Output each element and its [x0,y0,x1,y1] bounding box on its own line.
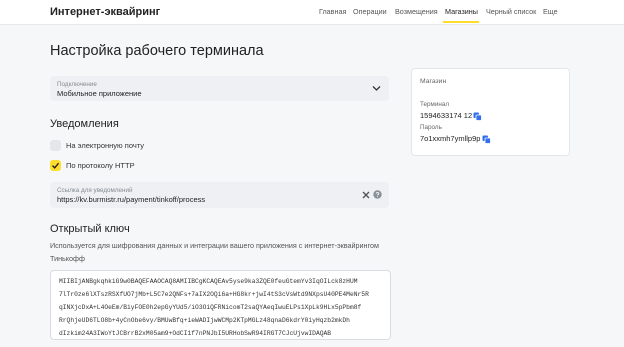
question-icon[interactable] [373,190,382,199]
public-key-line: 7lTr0ze6lXTszRSXfUO7jMb+L5C7e2QNFs+7aIX2… [59,291,369,298]
shop-card-title: Магазин [420,78,447,85]
nav-item-refunds[interactable]: Возмещения [395,7,438,16]
public-key-title: Открытый ключ [50,223,130,235]
close-icon[interactable] [362,191,370,199]
copy-icon[interactable] [473,112,482,121]
password-label: Пароль [420,124,442,131]
public-key-line: qINXjcDxA+L4OeEm/BiyFOE0h2epGyYUd5/iO3Oi… [59,304,362,311]
terminal-value: 1594633174 12 [420,111,473,120]
public-key-description-line-2: Тинькофф [50,254,85,263]
email-notification-checkbox[interactable] [50,140,61,151]
nav-item-more[interactable]: Еще [543,7,558,16]
nav-item-blacklist[interactable]: Черный список [486,7,536,16]
email-notification-label: На электронную почту [66,141,145,150]
active-tab-indicator [443,21,479,23]
public-key-textarea[interactable]: MIIBIjANBgkqhkiG9w0BAQEFAAOCAQ8AMIIBCgKC… [50,270,391,340]
connection-mode-select[interactable]: Подключение Мобильное приложение [50,76,389,101]
http-notification-checkbox[interactable] [50,160,61,171]
checkmark-icon [52,162,60,169]
shop-info-card: Магазин Терминал 1594633174 12 Пароль 7o… [411,68,570,156]
main-nav: Главная Операции Возмещения Магазины Чер… [0,0,624,24]
http-notification-label: По протоколу HTTP [66,161,135,170]
connection-mode-label: Подключение [57,81,97,88]
notification-url-input[interactable]: https://kv.burmistr.ru/payment/tinkoff/p… [57,195,205,204]
password-value: 7o1xxmh7ymllp9p [420,134,481,143]
notifications-title: Уведомления [50,118,119,130]
top-header: Интернет-эквайринг Главная Операции Возм… [0,0,624,25]
public-key-description: Используется для шифрования данных и инт… [50,239,379,265]
nav-item-operations[interactable]: Операции [353,7,387,16]
nav-item-home[interactable]: Главная [319,7,346,16]
page-title: Настройка рабочего терминала [50,43,264,59]
nav-item-shops[interactable]: Магазины [445,7,478,16]
terminal-label: Терминал [420,101,449,108]
notification-url-label: Ссылка для уведомлений [57,187,133,194]
public-key-line: RrQhjeUD6TLO8b+4yCnObe6vy/BMUwBfq+ieWADI… [59,317,350,324]
public-key-description-line-1: Используется для шифрования данных и инт… [50,241,379,250]
public-key-line: MIIBIjANBgkqhkiG9w0BAQEFAAOCAQ8AMIIBCgKC… [59,278,358,285]
public-key-line: dIzkim24A3IWoYtJCBrrB2xM05am9+OdCI1f7nPN… [59,330,332,337]
notification-url-field[interactable]: Ссылка для уведомлений https://kv.burmis… [50,182,389,208]
copy-icon[interactable] [482,135,491,144]
chevron-down-icon[interactable] [372,85,381,92]
connection-mode-value: Мобильное приложение [57,89,142,98]
